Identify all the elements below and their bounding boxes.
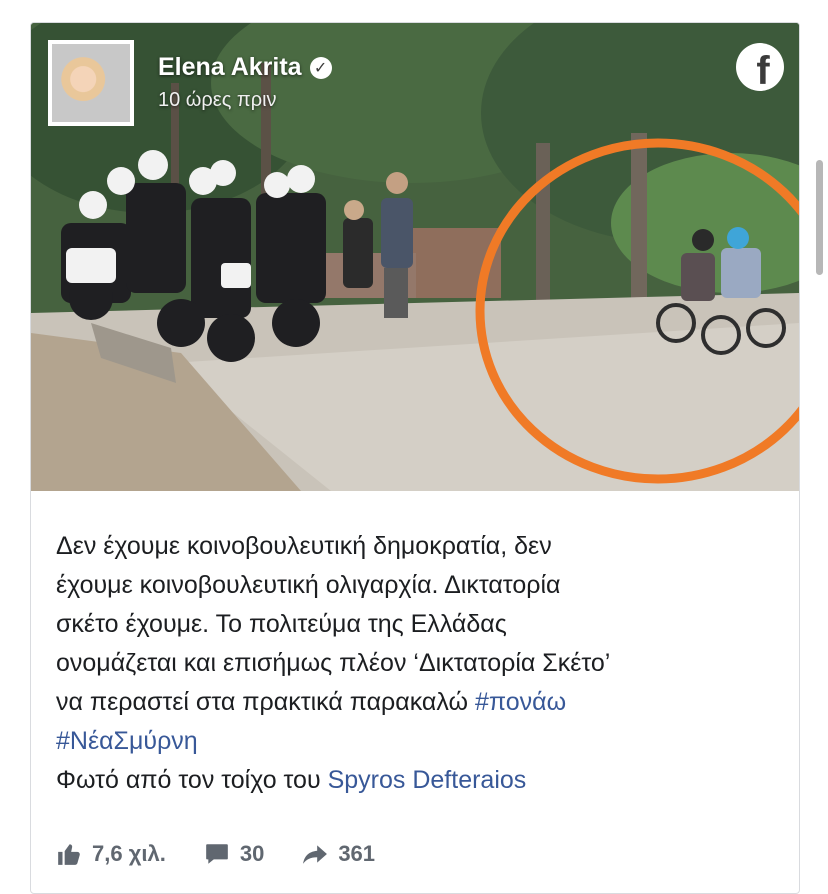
share-icon [303, 845, 328, 864]
text-line-5: να περαστεί στα πρακτικά παρακαλώ [56, 688, 469, 716]
scrollbar[interactable] [816, 160, 823, 275]
author-name-text[interactable]: Elena Akrita [158, 53, 302, 82]
post-text: Δεν έχουμε κοινοβουλευτική δημοκρατία, δ… [56, 527, 776, 800]
like-icon [58, 844, 80, 865]
post-timestamp[interactable]: 10 ώρες πριν [158, 89, 277, 112]
photo-credit-link[interactable]: Spyros Defteraios [328, 766, 527, 794]
text-line: σκέτο έχουμε. Το πολιτεύμα της Ελλάδας [56, 610, 507, 638]
like-count: 7,6 χιλ. [92, 841, 166, 866]
hashtag-nea-smyrni[interactable]: #ΝέαΣμύρνη [56, 727, 198, 755]
author-name[interactable]: Elena Akrita ✓ [158, 53, 332, 82]
text-line: να περαστεί στα πρακτικά παρακαλώ #πονάω [56, 683, 776, 722]
photo-scene [31, 23, 799, 491]
verified-icon: ✓ [309, 56, 332, 79]
like-button[interactable]: 7,6 χιλ. [56, 841, 166, 867]
hashtag-ponao[interactable]: #πονάω [475, 688, 566, 716]
share-button[interactable]: 361 [302, 841, 375, 867]
text-line: #ΝέαΣμύρνη [56, 722, 776, 761]
photo-credit: Φωτό από τον τοίχο του Spyros Defteraios [56, 761, 776, 800]
post-photo[interactable]: Elena Akrita ✓ 10 ώρες πριν f [31, 23, 799, 491]
photo-credit-prefix: Φωτό από τον τοίχο του [56, 766, 321, 794]
text-line: έχουμε κοινοβουλευτική ολιγαρχία. Δικτατ… [56, 571, 561, 599]
text-line: Δεν έχουμε κοινοβουλευτική δημοκρατία, δ… [56, 532, 552, 560]
comment-count: 30 [239, 841, 265, 866]
post-stats-bar: 7,6 χιλ. 30 361 [56, 841, 375, 867]
facebook-icon: f [736, 43, 784, 91]
avatar[interactable] [48, 40, 134, 126]
text-line: ονομάζεται και επισήμως πλέον ‘Δικτατορί… [56, 649, 611, 677]
facebook-post-card: Elena Akrita ✓ 10 ώρες πριν f Δεν έχουμε… [30, 22, 800, 894]
comment-icon [205, 844, 228, 864]
share-count: 361 [338, 841, 376, 866]
comment-button[interactable]: 30 [204, 841, 264, 867]
